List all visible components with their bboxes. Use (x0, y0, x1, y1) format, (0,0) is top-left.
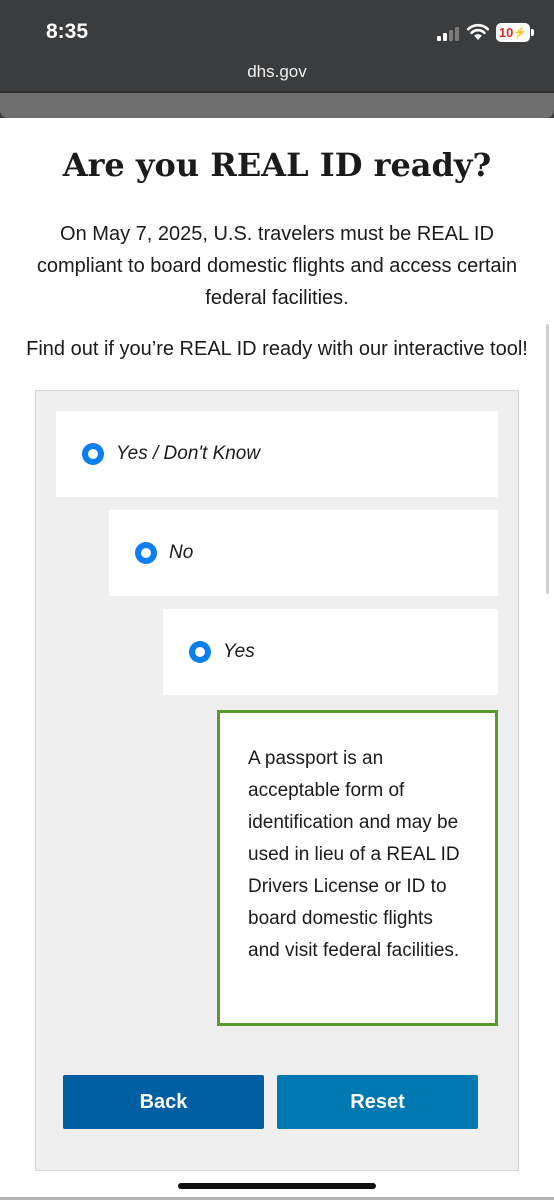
battery-charging-icon: 10 ⚡ (496, 23, 530, 42)
option-label: No (169, 542, 194, 563)
reset-button[interactable]: Reset (277, 1075, 478, 1129)
radio-selected-icon[interactable] (82, 443, 104, 465)
intro-text: On May 7, 2025, U.S. travelers must be R… (36, 223, 518, 309)
radio-selected-icon[interactable] (189, 641, 211, 663)
battery-level: 10 (498, 25, 514, 40)
result-message: A passport is an acceptable form of iden… (217, 710, 498, 1026)
cellular-signal-icon (437, 27, 463, 41)
radio-selected-icon[interactable] (135, 542, 157, 564)
page-title: Are you REAL ID ready? (62, 146, 492, 184)
url-bar[interactable]: dhs.gov (0, 62, 554, 82)
home-indicator (178, 1183, 376, 1189)
status-time: 8:35 (46, 20, 89, 43)
option-yes[interactable]: Yes (163, 609, 498, 695)
battery-nub (531, 29, 534, 36)
option-no[interactable]: No (109, 510, 498, 596)
option-label: Yes (223, 641, 255, 662)
option-yes-dont-know[interactable]: Yes / Don't Know (56, 411, 498, 497)
back-button[interactable]: Back (63, 1075, 264, 1129)
option-label: Yes / Don't Know (116, 443, 261, 464)
scrollbar[interactable] (546, 324, 549, 594)
tool-intro-text: Find out if you’re REAL ID ready with ou… (26, 338, 528, 360)
wifi-icon (466, 23, 490, 40)
page-top-shadow (0, 93, 554, 118)
